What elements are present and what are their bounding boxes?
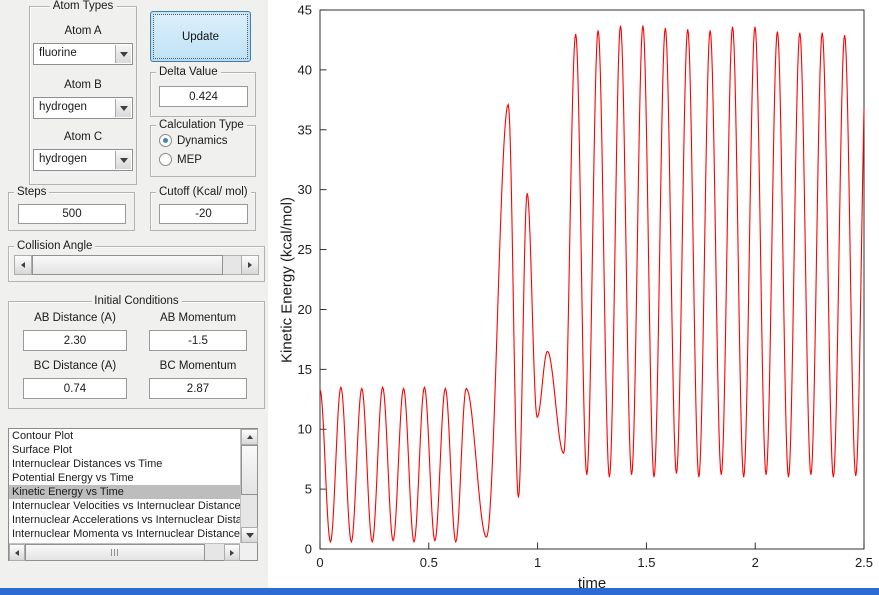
cutoff-title: Cutoff (Kcal/ mol) (156, 185, 251, 199)
atom-a-label: Atom A (64, 25, 102, 37)
atom-b-value: hydrogen (39, 101, 87, 113)
atom-c-dropdown-button[interactable] (115, 151, 131, 169)
calculation-type-title: Calculation Type (156, 118, 247, 132)
ab-momentum-label: AB Momentum (159, 312, 237, 324)
list-item[interactable]: Internuclear Distances vs Time (9, 457, 240, 471)
radio-mep-label: MEP (177, 153, 202, 166)
update-button[interactable]: Update (150, 11, 251, 62)
horizontal-scroll-thumb[interactable] (25, 544, 205, 561)
y-tick-label: 0 (305, 542, 312, 557)
kinetic-energy-plot: 0 5 10 15 20 25 30 35 40 45 0 0.5 1 1.5 2 2.5 (298, 3, 874, 571)
bc-distance-input[interactable] (23, 378, 127, 399)
y-tick-label: 35 (298, 122, 312, 137)
y-tick-label: 20 (298, 302, 312, 317)
atom-c-label: Atom C (63, 131, 103, 143)
arrow-down-icon (245, 532, 254, 538)
cutoff-input[interactable] (159, 204, 248, 224)
arrow-left-icon (15, 549, 19, 556)
slider-left-arrow-button[interactable] (14, 255, 32, 275)
atom-b-dropdown-button[interactable] (115, 99, 131, 117)
y-tick-label: 15 (298, 362, 312, 377)
scroll-grip-icon (111, 549, 119, 556)
atom-types-panel: Atom Types Atom A fluorine Atom B hydrog… (29, 0, 137, 185)
initial-conditions-title: Initial Conditions (91, 294, 182, 308)
list-item[interactable]: Internuclear Momenta vs Internuclear Dis… (9, 527, 240, 541)
bc-momentum-label: BC Momentum (159, 360, 237, 372)
figure-plot-area: 0 5 10 15 20 25 30 35 40 45 0 0.5 1 1.5 2 2.5 (268, 0, 879, 588)
list-horizontal-scrollbar[interactable] (9, 543, 240, 561)
atom-a-select[interactable]: fluorine (33, 43, 133, 65)
list-item[interactable]: Potential Energy vs Time (9, 471, 240, 485)
chevron-down-icon (119, 157, 128, 163)
vertical-scroll-thumb[interactable] (241, 445, 258, 495)
arrow-up-icon (246, 435, 253, 439)
slider-right-arrow-button[interactable] (241, 255, 259, 275)
atom-a-value: fluorine (39, 47, 77, 59)
radio-mep[interactable]: MEP (159, 153, 202, 166)
list-item[interactable]: Surface Plot (9, 443, 240, 457)
cutoff-panel: Cutoff (Kcal/ mol) (150, 185, 256, 231)
x-tick-label: 1.5 (637, 555, 655, 570)
chevron-down-icon (119, 51, 128, 57)
scroll-up-button[interactable] (241, 429, 258, 445)
ab-distance-input[interactable] (23, 330, 127, 351)
arrow-left-icon (21, 262, 25, 268)
radio-dynamics-label: Dynamics (177, 134, 228, 147)
delta-value-panel: Delta Value (150, 65, 256, 117)
y-tick-label: 10 (298, 422, 312, 437)
plot-type-listbox[interactable]: Contour Plot Surface Plot Internuclear Dis… (8, 428, 258, 561)
list-item[interactable]: Internuclear Velocities vs Internuclear … (9, 499, 240, 513)
x-tick-label: 0 (316, 555, 323, 570)
radio-button-icon (159, 153, 172, 166)
delta-value-input[interactable] (159, 86, 248, 107)
collision-angle-panel: Collision Angle (8, 239, 265, 282)
bc-distance-label: BC Distance (A) (33, 360, 117, 372)
x-tick-label: 0.5 (420, 555, 438, 570)
list-vertical-scrollbar[interactable] (240, 429, 258, 543)
app-window: { "colors": { "window_bg": "#f0f0ee", "s… (0, 0, 879, 595)
radio-dynamics[interactable]: Dynamics (159, 134, 227, 147)
list-item[interactable]: Kinetic Energy vs Time (9, 485, 240, 499)
y-tick-label: 5 (305, 482, 312, 497)
ab-distance-label: AB Distance (A) (34, 312, 116, 324)
arrow-right-icon (230, 549, 234, 556)
x-tick-label: 2 (752, 555, 759, 570)
bc-momentum-input[interactable] (149, 378, 247, 399)
atom-c-value: hydrogen (39, 153, 87, 165)
plot-type-list-items: Contour Plot Surface Plot Internuclear Dis… (9, 429, 240, 543)
scroll-down-button[interactable] (241, 527, 258, 543)
x-tick-label: 1 (534, 555, 541, 570)
scrollbar-corner (240, 543, 257, 560)
radio-button-icon (159, 134, 172, 147)
list-item[interactable]: Internuclear Accelerations vs Internucle… (9, 513, 240, 527)
delta-value-title: Delta Value (156, 65, 221, 79)
calculation-type-panel: Calculation Type Dynamics MEP (150, 118, 256, 177)
steps-title: Steps (14, 185, 50, 199)
atom-a-dropdown-button[interactable] (115, 45, 131, 63)
y-tick-label: 40 (298, 62, 312, 77)
initial-conditions-panel: Initial Conditions AB Distance (A) AB Mo… (8, 294, 265, 409)
scroll-left-button[interactable] (9, 544, 25, 561)
atom-c-select[interactable]: hydrogen (33, 149, 133, 171)
slider-thumb[interactable] (32, 255, 223, 275)
scroll-right-button[interactable] (224, 544, 240, 561)
collision-angle-label: Collision Angle (14, 239, 96, 253)
atom-types-title: Atom Types (49, 0, 117, 13)
steps-panel: Steps (8, 185, 135, 231)
steps-input[interactable] (18, 204, 126, 224)
atom-b-select[interactable]: hydrogen (33, 97, 133, 119)
chevron-down-icon (119, 105, 128, 111)
atom-b-label: Atom B (64, 79, 102, 91)
arrow-right-icon (248, 262, 252, 268)
y-tick-label: 25 (298, 242, 312, 257)
ab-momentum-input[interactable] (149, 330, 247, 351)
collision-angle-slider[interactable] (14, 255, 259, 275)
bottom-window-edge (0, 588, 879, 595)
x-tick-label: 2.5 (855, 555, 873, 570)
y-tick-label: 30 (298, 182, 312, 197)
y-axis-label: Kinetic Energy (kcal/mol) (278, 197, 296, 363)
list-item[interactable]: Contour Plot (9, 429, 240, 443)
y-tick-label: 45 (298, 3, 312, 18)
